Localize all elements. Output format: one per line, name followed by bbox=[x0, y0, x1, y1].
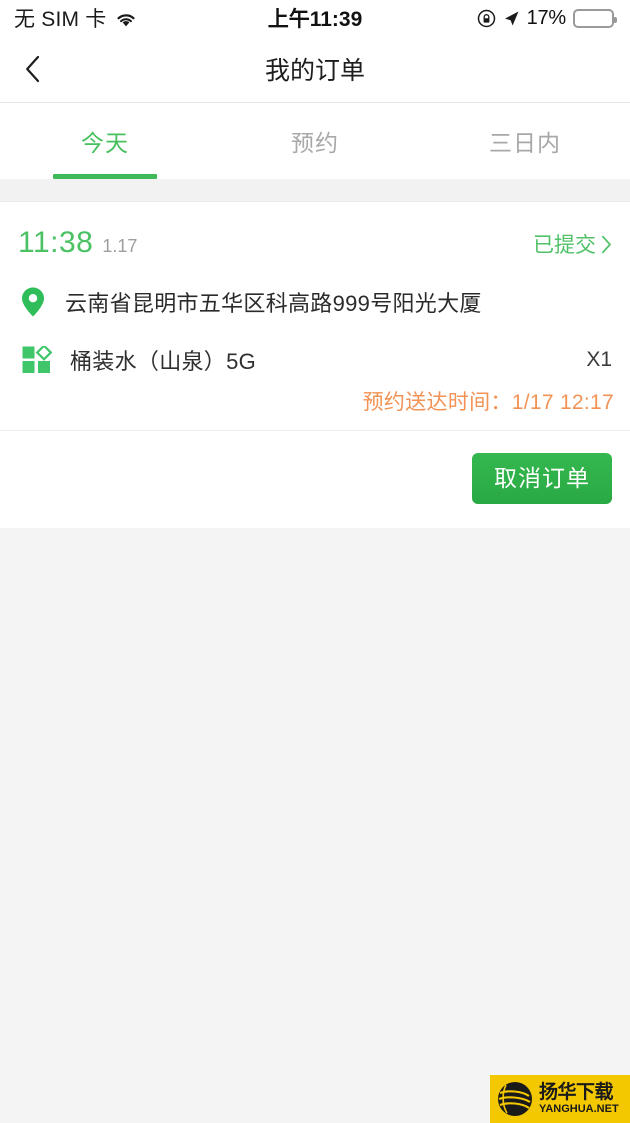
order-date: 1.17 bbox=[102, 236, 138, 256]
eta-label: 预约送达时间： bbox=[362, 391, 512, 414]
watermark-en-label: YANGHUA.NET bbox=[539, 1103, 619, 1115]
section-gap bbox=[0, 179, 630, 202]
order-address-row: 云南省昆明市五华区科高路999号阳光大厦 bbox=[0, 278, 630, 338]
back-button[interactable] bbox=[0, 36, 64, 102]
watermark: 扬华下载 YANGHUA.NET bbox=[490, 1075, 630, 1123]
status-bar: 无 SIM 卡 上午11:39 17% bbox=[0, 0, 630, 36]
phone-screen: 无 SIM 卡 上午11:39 17% 我的订单 今天 预约 三日内 11:38… bbox=[0, 0, 630, 1123]
order-status-link[interactable]: 已提交 bbox=[533, 229, 612, 259]
rotation-lock-icon bbox=[477, 9, 496, 28]
tab-within-three-days-label: 三日内 bbox=[489, 130, 561, 156]
order-product-row: 桶装水（山泉）5G X1 bbox=[0, 338, 630, 376]
grid-squares-icon bbox=[22, 344, 53, 374]
location-arrow-icon bbox=[503, 10, 520, 27]
globe-logo-icon bbox=[496, 1080, 534, 1118]
wifi-icon bbox=[115, 11, 137, 28]
eta-value: 1/17 12:17 bbox=[511, 391, 614, 414]
tab-reservation-label: 预约 bbox=[291, 130, 339, 156]
tab-today[interactable]: 今天 bbox=[0, 103, 210, 179]
cancel-order-button[interactable]: 取消订单 bbox=[472, 453, 612, 504]
order-eta-row: 预约送达时间：1/17 12:17 bbox=[0, 376, 630, 430]
tab-reservation[interactable]: 预约 bbox=[210, 103, 420, 179]
chevron-right-icon bbox=[601, 235, 612, 254]
tab-today-label: 今天 bbox=[81, 130, 129, 156]
watermark-cn-label: 扬华下载 bbox=[539, 1082, 614, 1103]
navigation-bar: 我的订单 bbox=[0, 36, 630, 103]
tab-bar: 今天 预约 三日内 bbox=[0, 103, 630, 179]
order-time: 11:38 bbox=[18, 226, 94, 259]
status-badge: 已提交 bbox=[533, 234, 596, 257]
order-actions: 取消订单 bbox=[0, 431, 630, 528]
status-bar-right: 17% bbox=[477, 6, 617, 30]
carrier-label: 无 SIM 卡 bbox=[14, 8, 107, 31]
status-bar-left: 无 SIM 卡 bbox=[14, 3, 137, 33]
order-address: 云南省昆明市五华区科高路999号阳光大厦 bbox=[65, 291, 482, 316]
tab-within-three-days[interactable]: 三日内 bbox=[420, 103, 630, 179]
watermark-text: 扬华下载 YANGHUA.NET bbox=[539, 1083, 619, 1115]
map-pin-icon bbox=[20, 286, 46, 318]
order-card[interactable]: 11:38 1.17 已提交 云南省昆明市五华区科高路999号阳光大厦 桶装水（… bbox=[0, 202, 630, 528]
order-header: 11:38 1.17 已提交 bbox=[0, 202, 630, 278]
battery-icon bbox=[573, 8, 617, 28]
product-quantity: X1 bbox=[586, 348, 612, 371]
product-name: 桶装水（山泉）5G bbox=[70, 349, 257, 374]
chevron-left-icon bbox=[25, 55, 40, 83]
page-title: 我的订单 bbox=[264, 57, 365, 85]
battery-percent-label: 17% bbox=[526, 6, 567, 29]
